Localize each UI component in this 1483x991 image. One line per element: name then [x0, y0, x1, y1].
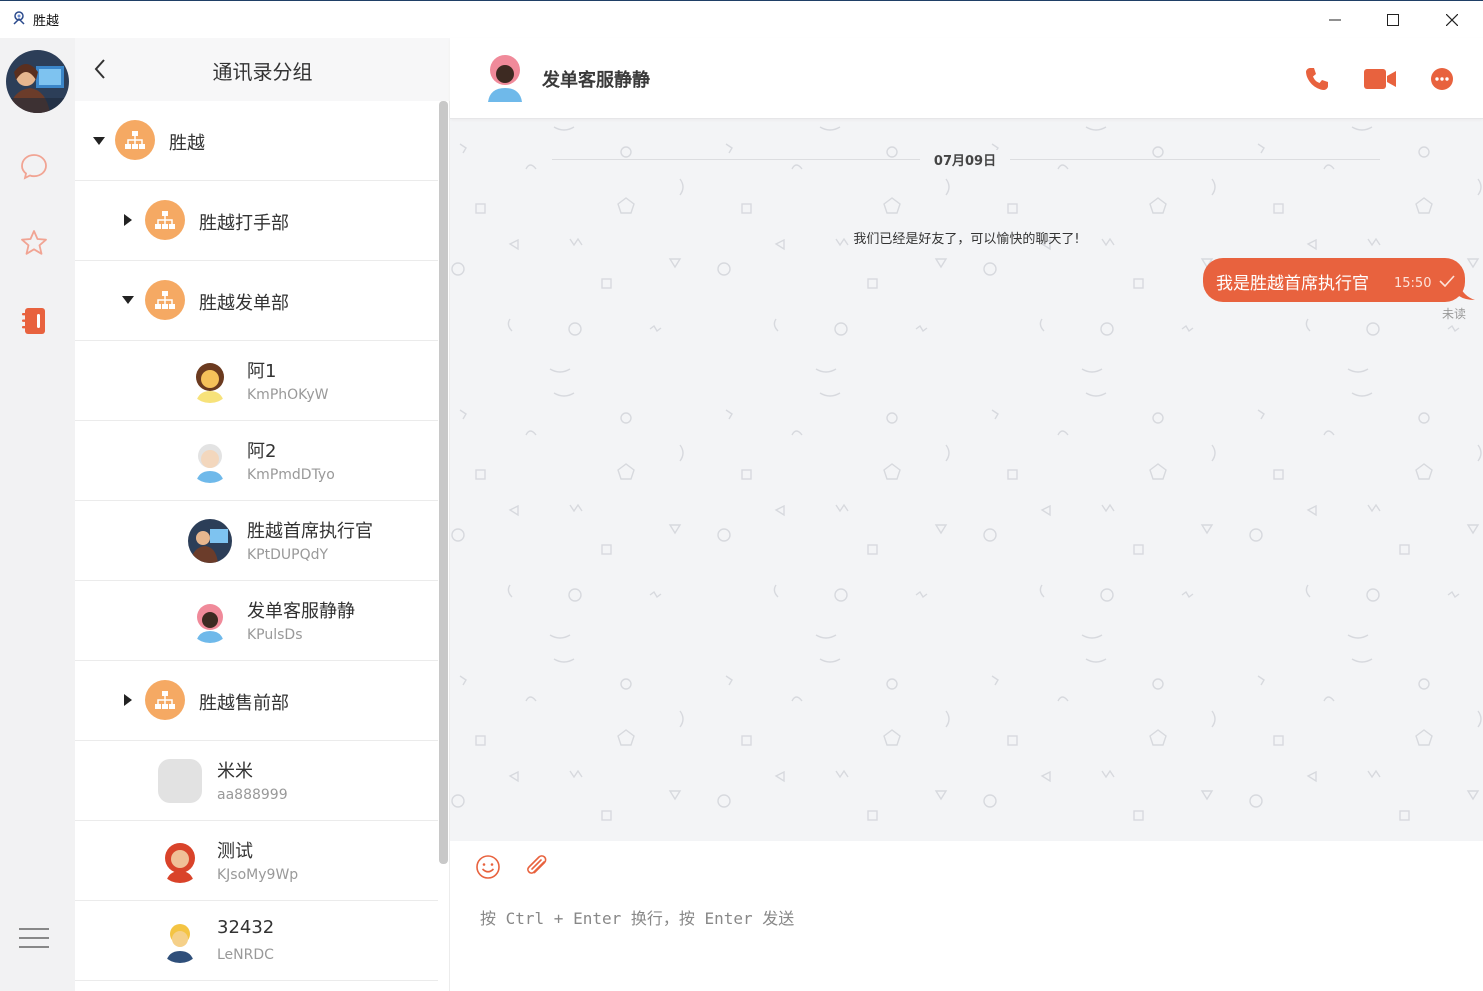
contact-id: KmPmdDTyo	[247, 467, 335, 483]
group-name: 胜越打手部	[199, 213, 289, 234]
group-row[interactable]: 胜越打手部	[75, 181, 438, 261]
contact-id: KPtDUPQdY	[247, 547, 329, 563]
contact-row[interactable]: 阿2 KmPmdDTyo	[75, 421, 438, 501]
outgoing-message-bubble[interactable]: 我是胜越首席执行官 15:50	[1203, 258, 1465, 302]
contact-id: KmPhOKyW	[247, 387, 329, 403]
contact-id: LeNRDC	[217, 947, 274, 963]
rail-contacts[interactable]	[18, 305, 50, 337]
message-composer	[450, 841, 1483, 991]
group-name: 胜越发单部	[199, 293, 289, 314]
group-row[interactable]: 胜越售前部	[75, 661, 438, 741]
contact-row[interactable]: 发单客服静静 KPulsDs	[75, 581, 438, 661]
contact-name: 胜越首席执行官	[247, 521, 373, 542]
check-icon	[1439, 275, 1455, 287]
avatar	[188, 439, 232, 483]
minimize-button[interactable]	[1305, 1, 1365, 39]
date-label: 07月09日	[920, 150, 1010, 169]
contact-row[interactable]: 米米 aa888999	[75, 741, 438, 821]
contact-name: 测试	[217, 841, 253, 862]
org-chart-icon	[145, 680, 185, 720]
avatar	[188, 519, 232, 563]
contact-row[interactable]: 阿1 KmPhOKyW	[75, 341, 438, 421]
contacts-list: 胜越 胜越打手部 胜越发单部 阿1 KmPhOKyW 阿2 KmPmdDTyo …	[75, 101, 438, 991]
attachment-icon	[527, 855, 547, 874]
contact-name: 米米	[217, 761, 253, 782]
avatar	[188, 359, 232, 403]
group-name: 胜越	[169, 133, 205, 154]
chat-contact-avatar[interactable]	[484, 52, 526, 102]
contact-name: 32432	[217, 917, 275, 938]
org-chart-icon	[145, 200, 185, 240]
contacts-panel: 通讯录分组 胜越 胜越打手部 胜越发单部 阿1 KmPhOKyW 阿2 KmPm…	[75, 38, 450, 991]
caret-right-icon[interactable]	[121, 213, 135, 227]
contacts-title: 通讯录分组	[212, 60, 313, 84]
close-button[interactable]	[1422, 1, 1482, 39]
window-titlebar: 胜越	[0, 0, 1483, 38]
group-name: 胜越售前部	[199, 693, 289, 714]
chat-icon	[21, 154, 47, 180]
contacts-book-icon	[22, 308, 45, 334]
contact-id: KPulsDs	[247, 627, 303, 643]
read-status: 未读	[1442, 307, 1467, 321]
video-call-icon	[1364, 69, 1396, 89]
contact-row[interactable]: 胜越首席执行官 KPtDUPQdY	[75, 501, 438, 581]
video-call-button[interactable]	[1363, 64, 1397, 94]
contacts-scrollbar[interactable]	[439, 101, 448, 864]
hamburger-menu-icon	[19, 928, 49, 948]
minimize-icon	[1329, 19, 1341, 21]
avatar	[158, 839, 202, 883]
bubble-tail	[1459, 284, 1475, 300]
nav-rail	[0, 38, 75, 991]
avatar	[158, 919, 202, 963]
maximize-icon	[1387, 14, 1399, 26]
avatar	[188, 599, 232, 643]
org-chart-icon	[145, 280, 185, 320]
emoji-button[interactable]	[473, 852, 503, 882]
avatar-placeholder	[158, 759, 202, 803]
chat-contact-name: 发单客服静静	[542, 70, 650, 91]
contact-name: 发单客服静静	[247, 601, 355, 622]
app-logo-icon	[13, 11, 25, 25]
message-text: 我是胜越首席执行官	[1216, 274, 1369, 294]
chat-header: 发单客服静静	[450, 38, 1483, 119]
caret-right-icon[interactable]	[121, 693, 135, 707]
window-title: 胜越	[33, 14, 60, 29]
maximize-button[interactable]	[1363, 1, 1423, 39]
user-avatar[interactable]	[6, 50, 69, 113]
more-options-button[interactable]	[1427, 64, 1457, 94]
more-options-icon	[1431, 68, 1453, 90]
group-row[interactable]: 胜越发单部	[75, 261, 438, 341]
org-chart-icon	[115, 120, 155, 160]
contact-name: 阿1	[247, 361, 277, 382]
caret-down-icon[interactable]	[121, 293, 135, 307]
system-message: 我们已经是好友了，可以愉快的聊天了!	[853, 232, 1080, 247]
phone-call-icon	[1306, 68, 1328, 90]
message-input[interactable]	[480, 903, 1440, 933]
caret-down-icon[interactable]	[92, 134, 106, 148]
rail-menu[interactable]	[18, 922, 50, 954]
group-row[interactable]: 胜越	[75, 101, 438, 181]
close-icon	[1446, 14, 1458, 26]
contact-name: 阿2	[247, 441, 277, 462]
phone-call-button[interactable]	[1302, 64, 1332, 94]
contact-id: KJsoMy9Wp	[217, 867, 299, 883]
attachment-button[interactable]	[522, 852, 552, 882]
contact-row[interactable]: 32432 LeNRDC	[75, 901, 438, 981]
contacts-header: 通讯录分组	[75, 38, 450, 101]
star-icon	[21, 230, 47, 255]
rail-chat[interactable]	[18, 150, 50, 182]
emoji-icon	[476, 855, 500, 879]
contact-id: aa888999	[217, 787, 288, 803]
chat-panel: 发单客服静静 07月09日 我们已经是好友了，可以愉快的聊天了! 我是胜越首席执…	[450, 38, 1483, 991]
message-time: 15:50	[1394, 276, 1432, 291]
rail-favorites[interactable]	[18, 227, 50, 259]
contact-row[interactable]: 测试 KJsoMy9Wp	[75, 821, 438, 901]
